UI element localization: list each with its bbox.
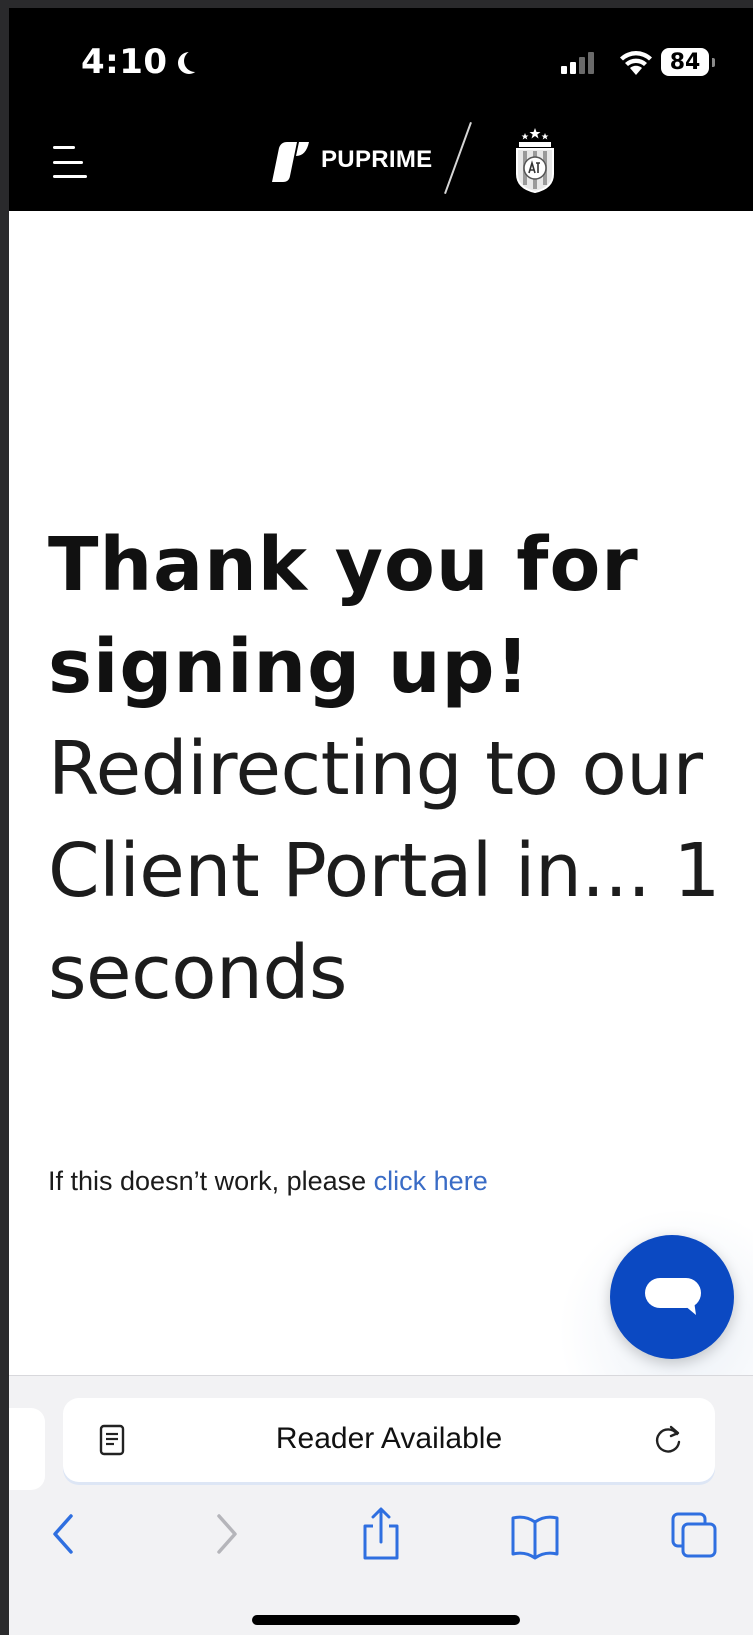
bookmarks-icon[interactable] (509, 1506, 561, 1562)
forward-icon[interactable] (199, 1506, 251, 1562)
fallback-message: If this doesn’t work, please click here (48, 1166, 488, 1197)
cellular-signal-icon (561, 52, 594, 74)
home-indicator (252, 1615, 520, 1625)
puprime-logo-icon (272, 142, 309, 182)
brand-divider (444, 121, 472, 195)
reload-icon[interactable] (651, 1422, 685, 1456)
site-header: PUPRIME (9, 108, 753, 211)
headline-line-1: Thank you for (48, 522, 639, 608)
status-time: 4:10 (81, 42, 198, 82)
battery-level: 84 (669, 49, 701, 75)
brand-name: PUPRIME (321, 146, 433, 173)
phone-screen: 4:10 84 PUPRIME Thank you for signing up… (9, 8, 753, 1635)
share-icon[interactable] (355, 1506, 407, 1562)
redirect-line-3: seconds (48, 930, 347, 1016)
browser-toolbar: Reader Available (9, 1375, 753, 1635)
headline-line-2: signing up! (48, 624, 531, 710)
redirect-line-2: Client Portal in... 1 (48, 828, 721, 914)
chat-bubble-icon (645, 1278, 701, 1315)
address-text: Reader Available (275, 1422, 503, 1455)
address-bar[interactable]: Reader Available (63, 1398, 715, 1482)
previous-tab-preview[interactable] (9, 1408, 45, 1490)
confirmation-message: Thank you for signing up! Redirecting to… (48, 514, 728, 1024)
wifi-icon (620, 51, 652, 75)
moon-icon (184, 50, 206, 72)
back-icon[interactable] (39, 1506, 91, 1562)
redirect-line-1: Redirecting to our (48, 726, 703, 812)
browser-nav-row (9, 1506, 753, 1566)
status-time-text: 4:10 (81, 42, 168, 82)
menu-icon[interactable] (53, 146, 87, 178)
battery-icon: 84 (661, 48, 715, 76)
brand-logo[interactable]: PUPRIME (263, 136, 432, 184)
page-content: Thank you for signing up! Redirecting to… (9, 211, 753, 1451)
chat-button[interactable] (610, 1235, 734, 1359)
status-bar: 4:10 84 (9, 8, 753, 116)
click-here-link[interactable]: click here (374, 1166, 488, 1196)
fallback-text: If this doesn’t work, please (48, 1166, 374, 1196)
tabs-icon[interactable] (669, 1506, 721, 1562)
afa-crest-icon (516, 128, 554, 194)
